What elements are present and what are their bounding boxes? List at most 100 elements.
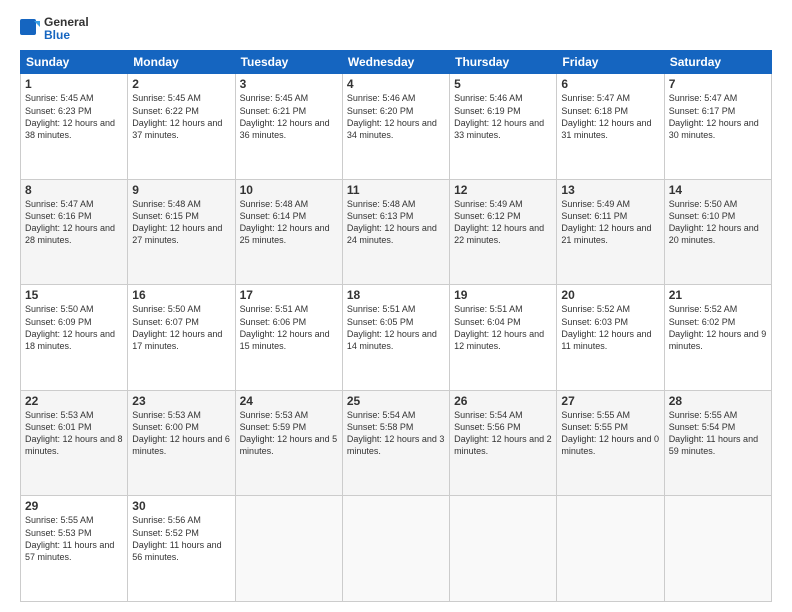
day-detail: Sunrise: 5:56 AMSunset: 5:52 PMDaylight:…	[132, 514, 230, 563]
day-detail: Sunrise: 5:51 AMSunset: 6:04 PMDaylight:…	[454, 303, 552, 352]
calendar-cell: 17Sunrise: 5:51 AMSunset: 6:06 PMDayligh…	[235, 285, 342, 391]
day-header: Sunday	[21, 51, 128, 74]
calendar-cell: 24Sunrise: 5:53 AMSunset: 5:59 PMDayligh…	[235, 390, 342, 496]
day-number: 20	[561, 288, 659, 302]
day-number: 22	[25, 394, 123, 408]
day-detail: Sunrise: 5:47 AMSunset: 6:16 PMDaylight:…	[25, 198, 123, 247]
day-number: 19	[454, 288, 552, 302]
calendar-cell: 1Sunrise: 5:45 AMSunset: 6:23 PMDaylight…	[21, 74, 128, 180]
day-number: 29	[25, 499, 123, 513]
day-detail: Sunrise: 5:51 AMSunset: 6:05 PMDaylight:…	[347, 303, 445, 352]
day-number: 16	[132, 288, 230, 302]
day-detail: Sunrise: 5:53 AMSunset: 5:59 PMDaylight:…	[240, 409, 338, 458]
day-detail: Sunrise: 5:47 AMSunset: 6:18 PMDaylight:…	[561, 92, 659, 141]
calendar-cell: 10Sunrise: 5:48 AMSunset: 6:14 PMDayligh…	[235, 179, 342, 285]
header: General Blue	[20, 16, 772, 42]
day-number: 25	[347, 394, 445, 408]
day-number: 10	[240, 183, 338, 197]
day-header: Friday	[557, 51, 664, 74]
day-header: Thursday	[450, 51, 557, 74]
calendar-cell: 19Sunrise: 5:51 AMSunset: 6:04 PMDayligh…	[450, 285, 557, 391]
day-number: 4	[347, 77, 445, 91]
calendar-cell: 3Sunrise: 5:45 AMSunset: 6:21 PMDaylight…	[235, 74, 342, 180]
logo-shape	[20, 19, 40, 39]
calendar-cell: 28Sunrise: 5:55 AMSunset: 5:54 PMDayligh…	[664, 390, 771, 496]
day-detail: Sunrise: 5:50 AMSunset: 6:09 PMDaylight:…	[25, 303, 123, 352]
day-number: 5	[454, 77, 552, 91]
day-detail: Sunrise: 5:50 AMSunset: 6:07 PMDaylight:…	[132, 303, 230, 352]
calendar-cell: 5Sunrise: 5:46 AMSunset: 6:19 PMDaylight…	[450, 74, 557, 180]
day-detail: Sunrise: 5:54 AMSunset: 5:56 PMDaylight:…	[454, 409, 552, 458]
calendar-cell: 27Sunrise: 5:55 AMSunset: 5:55 PMDayligh…	[557, 390, 664, 496]
calendar-cell: 16Sunrise: 5:50 AMSunset: 6:07 PMDayligh…	[128, 285, 235, 391]
calendar-cell: 23Sunrise: 5:53 AMSunset: 6:00 PMDayligh…	[128, 390, 235, 496]
day-header: Monday	[128, 51, 235, 74]
day-detail: Sunrise: 5:52 AMSunset: 6:02 PMDaylight:…	[669, 303, 767, 352]
day-detail: Sunrise: 5:48 AMSunset: 6:15 PMDaylight:…	[132, 198, 230, 247]
day-number: 3	[240, 77, 338, 91]
day-number: 30	[132, 499, 230, 513]
day-detail: Sunrise: 5:49 AMSunset: 6:11 PMDaylight:…	[561, 198, 659, 247]
day-number: 12	[454, 183, 552, 197]
calendar-cell: 8Sunrise: 5:47 AMSunset: 6:16 PMDaylight…	[21, 179, 128, 285]
day-number: 14	[669, 183, 767, 197]
day-detail: Sunrise: 5:55 AMSunset: 5:55 PMDaylight:…	[561, 409, 659, 458]
calendar-cell: 6Sunrise: 5:47 AMSunset: 6:18 PMDaylight…	[557, 74, 664, 180]
day-detail: Sunrise: 5:54 AMSunset: 5:58 PMDaylight:…	[347, 409, 445, 458]
day-number: 26	[454, 394, 552, 408]
calendar-cell: 13Sunrise: 5:49 AMSunset: 6:11 PMDayligh…	[557, 179, 664, 285]
calendar-cell	[664, 496, 771, 602]
day-detail: Sunrise: 5:50 AMSunset: 6:10 PMDaylight:…	[669, 198, 767, 247]
calendar-cell: 4Sunrise: 5:46 AMSunset: 6:20 PMDaylight…	[342, 74, 449, 180]
day-header: Wednesday	[342, 51, 449, 74]
calendar-cell: 18Sunrise: 5:51 AMSunset: 6:05 PMDayligh…	[342, 285, 449, 391]
calendar-cell: 22Sunrise: 5:53 AMSunset: 6:01 PMDayligh…	[21, 390, 128, 496]
calendar-cell: 15Sunrise: 5:50 AMSunset: 6:09 PMDayligh…	[21, 285, 128, 391]
day-number: 7	[669, 77, 767, 91]
day-detail: Sunrise: 5:51 AMSunset: 6:06 PMDaylight:…	[240, 303, 338, 352]
calendar-cell	[557, 496, 664, 602]
day-detail: Sunrise: 5:49 AMSunset: 6:12 PMDaylight:…	[454, 198, 552, 247]
day-detail: Sunrise: 5:45 AMSunset: 6:23 PMDaylight:…	[25, 92, 123, 141]
day-detail: Sunrise: 5:45 AMSunset: 6:22 PMDaylight:…	[132, 92, 230, 141]
day-number: 17	[240, 288, 338, 302]
day-detail: Sunrise: 5:53 AMSunset: 6:01 PMDaylight:…	[25, 409, 123, 458]
day-number: 23	[132, 394, 230, 408]
calendar-cell	[450, 496, 557, 602]
calendar-cell	[342, 496, 449, 602]
calendar-cell: 14Sunrise: 5:50 AMSunset: 6:10 PMDayligh…	[664, 179, 771, 285]
logo-line2: Blue	[44, 29, 89, 42]
calendar-cell: 20Sunrise: 5:52 AMSunset: 6:03 PMDayligh…	[557, 285, 664, 391]
calendar-cell: 30Sunrise: 5:56 AMSunset: 5:52 PMDayligh…	[128, 496, 235, 602]
day-header: Saturday	[664, 51, 771, 74]
calendar-cell: 7Sunrise: 5:47 AMSunset: 6:17 PMDaylight…	[664, 74, 771, 180]
day-number: 15	[25, 288, 123, 302]
day-number: 13	[561, 183, 659, 197]
calendar-cell: 29Sunrise: 5:55 AMSunset: 5:53 PMDayligh…	[21, 496, 128, 602]
day-number: 11	[347, 183, 445, 197]
calendar-cell: 25Sunrise: 5:54 AMSunset: 5:58 PMDayligh…	[342, 390, 449, 496]
day-detail: Sunrise: 5:55 AMSunset: 5:53 PMDaylight:…	[25, 514, 123, 563]
day-number: 2	[132, 77, 230, 91]
day-number: 6	[561, 77, 659, 91]
day-detail: Sunrise: 5:46 AMSunset: 6:19 PMDaylight:…	[454, 92, 552, 141]
day-number: 1	[25, 77, 123, 91]
calendar-cell: 21Sunrise: 5:52 AMSunset: 6:02 PMDayligh…	[664, 285, 771, 391]
day-number: 27	[561, 394, 659, 408]
calendar: SundayMondayTuesdayWednesdayThursdayFrid…	[20, 50, 772, 602]
calendar-cell: 9Sunrise: 5:48 AMSunset: 6:15 PMDaylight…	[128, 179, 235, 285]
day-detail: Sunrise: 5:46 AMSunset: 6:20 PMDaylight:…	[347, 92, 445, 141]
day-number: 8	[25, 183, 123, 197]
day-number: 24	[240, 394, 338, 408]
day-detail: Sunrise: 5:48 AMSunset: 6:14 PMDaylight:…	[240, 198, 338, 247]
day-number: 18	[347, 288, 445, 302]
calendar-cell: 11Sunrise: 5:48 AMSunset: 6:13 PMDayligh…	[342, 179, 449, 285]
calendar-cell: 2Sunrise: 5:45 AMSunset: 6:22 PMDaylight…	[128, 74, 235, 180]
day-detail: Sunrise: 5:52 AMSunset: 6:03 PMDaylight:…	[561, 303, 659, 352]
day-detail: Sunrise: 5:47 AMSunset: 6:17 PMDaylight:…	[669, 92, 767, 141]
calendar-cell: 12Sunrise: 5:49 AMSunset: 6:12 PMDayligh…	[450, 179, 557, 285]
day-detail: Sunrise: 5:45 AMSunset: 6:21 PMDaylight:…	[240, 92, 338, 141]
day-detail: Sunrise: 5:48 AMSunset: 6:13 PMDaylight:…	[347, 198, 445, 247]
day-number: 28	[669, 394, 767, 408]
calendar-cell	[235, 496, 342, 602]
